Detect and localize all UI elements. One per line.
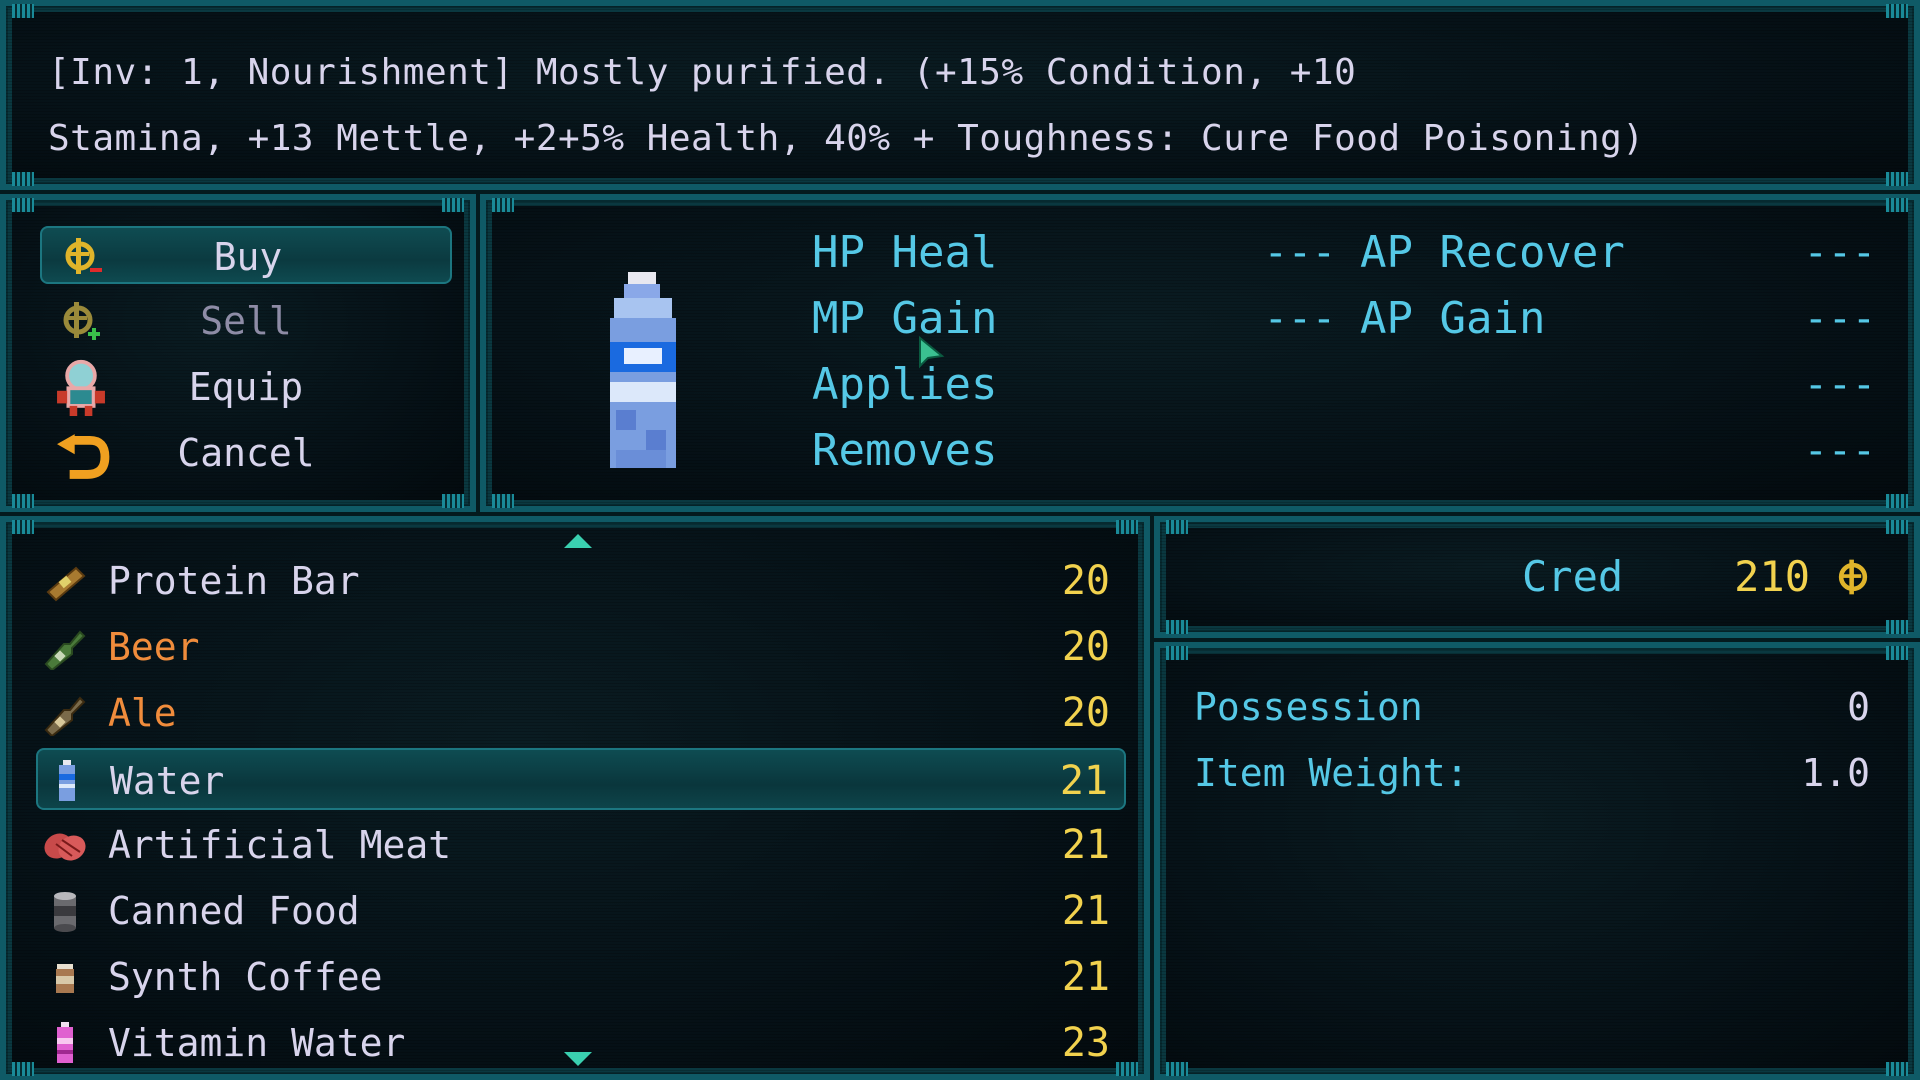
hp-heal-value: ---	[1263, 230, 1336, 276]
beer-bottle-icon	[44, 630, 86, 670]
possession-value: 0	[1847, 685, 1870, 729]
command-window: Buy Sell Equip Cancel	[0, 194, 476, 512]
frame-rivet	[1886, 620, 1908, 634]
item-detail-window: HP Heal --- MP Gain --- Applies --- Remo…	[480, 194, 1920, 512]
list-item[interactable]: Ale 20	[36, 682, 1126, 744]
item-description: [Inv: 1, Nourishment] Mostly purified. (…	[48, 40, 1868, 172]
currency-value: 210	[1734, 552, 1810, 601]
item-price: 20	[1061, 558, 1110, 604]
item-price: 23	[1061, 1020, 1110, 1066]
buy-label: Buy	[213, 235, 283, 279]
currency-label: Cred	[1522, 552, 1624, 601]
frame-rivet	[442, 494, 464, 508]
item-weight-value: 1.0	[1801, 751, 1870, 795]
description-line-2: Stamina, +13 Mettle, +2+5% Health, 40% +…	[48, 118, 1645, 159]
sell-button[interactable]: Sell	[40, 292, 452, 350]
sell-label: Sell	[200, 299, 292, 343]
item-name: Canned Food	[108, 889, 360, 933]
list-item[interactable]: Canned Food 21	[36, 880, 1126, 942]
list-item[interactable]: Artificial Meat 21	[36, 814, 1126, 876]
item-weight-label: Item Weight:	[1194, 751, 1469, 795]
item-name: Synth Coffee	[108, 955, 383, 999]
frame-rivet	[1886, 646, 1908, 660]
frame-rivet	[12, 520, 34, 534]
item-name: Protein Bar	[108, 559, 360, 603]
list-item[interactable]: Synth Coffee 21	[36, 946, 1126, 1008]
frame-rivet	[1886, 172, 1908, 186]
frame-rivet	[442, 198, 464, 212]
mouse-cursor-icon	[919, 336, 945, 369]
frame-rivet	[12, 198, 34, 212]
cancel-label: Cancel	[177, 431, 315, 475]
coffee-cup-icon	[56, 964, 74, 993]
frame-rivet	[12, 1062, 34, 1076]
meat-icon	[44, 833, 86, 861]
item-name: Water	[110, 759, 225, 803]
frame-rivet	[1886, 520, 1908, 534]
description-line-1: [Inv: 1, Nourishment] Mostly purified. (…	[48, 52, 1357, 93]
item-name: Artificial Meat	[108, 823, 452, 867]
equip-button[interactable]: Equip	[40, 358, 452, 416]
item-list-window: Protein Bar 20 Beer 20 Ale 20 Water 21 A…	[0, 516, 1150, 1080]
cred-coin-icon	[1838, 559, 1868, 595]
scroll-down-arrow-icon[interactable]	[564, 1052, 592, 1066]
frame-rivet	[12, 4, 34, 18]
item-name: Beer	[108, 625, 200, 669]
frame-rivet	[12, 494, 34, 508]
removes-label: Removes	[812, 425, 998, 476]
frame-rivet	[1886, 1062, 1908, 1076]
item-name: Vitamin Water	[108, 1021, 406, 1065]
list-item-selected[interactable]: Water 21	[36, 748, 1126, 810]
removes-value: ---	[1803, 428, 1876, 474]
frame-rivet	[12, 172, 34, 186]
item-price: 21	[1061, 888, 1110, 934]
item-info-window: Possession 0 Item Weight: 1.0	[1154, 642, 1920, 1080]
item-price: 20	[1061, 690, 1110, 736]
ap-gain-value: ---	[1803, 296, 1876, 342]
item-name: Ale	[108, 691, 177, 735]
ap-recover-label: AP Recover	[1360, 227, 1625, 278]
buy-button[interactable]: Buy	[40, 226, 452, 284]
item-price: 21	[1061, 954, 1110, 1000]
frame-rivet	[1886, 198, 1908, 212]
mp-gain-label: MP Gain	[812, 293, 998, 344]
item-price: 20	[1061, 624, 1110, 670]
frame-rivet	[1166, 1062, 1188, 1076]
applies-label: Applies	[812, 359, 998, 410]
item-price: 21	[1061, 822, 1110, 868]
applies-value: ---	[1803, 362, 1876, 408]
frame-rivet	[1166, 620, 1188, 634]
frame-rivet	[492, 198, 514, 212]
hp-heal-label: HP Heal	[812, 227, 998, 278]
equip-label: Equip	[188, 365, 304, 409]
possession-label: Possession	[1194, 685, 1423, 729]
protein-bar-icon	[46, 566, 86, 602]
ale-bottle-icon	[44, 696, 86, 736]
currency-window: Cred 210	[1154, 516, 1920, 638]
ap-recover-value: ---	[1803, 230, 1876, 276]
vitamin-water-icon	[57, 1022, 73, 1063]
ap-gain-label: AP Gain	[1360, 293, 1546, 344]
frame-rivet	[1116, 520, 1138, 534]
description-window: [Inv: 1, Nourishment] Mostly purified. (…	[0, 0, 1920, 190]
cancel-button[interactable]: Cancel	[40, 424, 452, 482]
mp-gain-value: ---	[1263, 296, 1336, 342]
frame-rivet	[492, 494, 514, 508]
frame-rivet	[1886, 494, 1908, 508]
water-bottle-icon	[59, 760, 75, 801]
water-bottle-large-icon	[610, 272, 676, 468]
item-price: 21	[1059, 758, 1108, 804]
list-item[interactable]: Beer 20	[36, 616, 1126, 678]
frame-rivet	[1886, 4, 1908, 18]
scroll-up-arrow-icon[interactable]	[564, 534, 592, 548]
frame-rivet	[1166, 520, 1188, 534]
frame-rivet	[1166, 646, 1188, 660]
list-item[interactable]: Protein Bar 20	[36, 550, 1126, 612]
can-icon	[54, 892, 76, 932]
